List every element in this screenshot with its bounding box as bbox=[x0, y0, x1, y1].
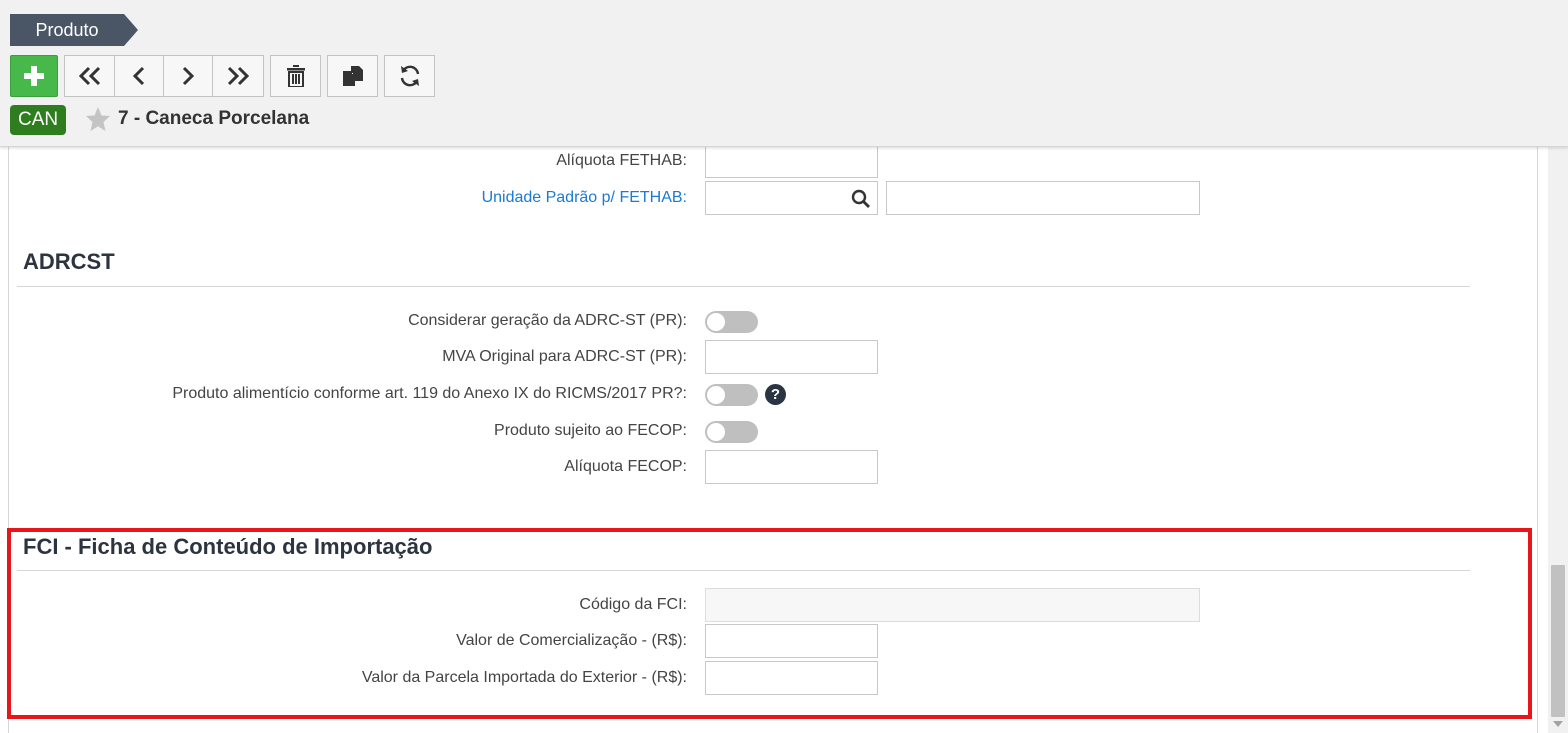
codigo-fci-label: Código da FCI: bbox=[579, 596, 687, 613]
help-icon[interactable]: ? bbox=[765, 384, 786, 405]
valor-parcela-importada-input[interactable] bbox=[705, 661, 878, 695]
first-record-button[interactable] bbox=[64, 55, 115, 97]
copy-icon bbox=[342, 66, 363, 86]
vertical-scrollbar[interactable] bbox=[1548, 147, 1568, 733]
record-tag-badge: CAN bbox=[10, 105, 67, 135]
last-record-button[interactable] bbox=[212, 55, 264, 97]
chevron-right-icon bbox=[182, 66, 195, 86]
aliquota-fethab-input[interactable] bbox=[705, 147, 878, 178]
toggle-knob bbox=[707, 423, 725, 441]
codigo-fci-row: Código da FCI: bbox=[9, 588, 1537, 622]
record-title: 7 - Caneca Porcelana bbox=[118, 108, 310, 129]
refresh-icon bbox=[400, 65, 419, 87]
fci-divider bbox=[17, 570, 1470, 571]
record-header: Produto CAN 7 - Caneca Porcelana bbox=[0, 0, 1568, 147]
sujeito-fecop-toggle[interactable] bbox=[705, 421, 758, 443]
chevron-left-icon bbox=[132, 66, 145, 86]
copy-button[interactable] bbox=[327, 55, 378, 97]
adrcst-section-title: ADRCST bbox=[23, 249, 115, 274]
aliquota-fethab-row: Alíquota FETHAB: bbox=[9, 147, 1537, 178]
valor-comercializacao-row: Valor de Comercialização - (R$): bbox=[9, 624, 1537, 658]
considerar-adrcst-toggle[interactable] bbox=[705, 311, 758, 333]
scrollbar-thumb[interactable] bbox=[1551, 565, 1565, 717]
adrcst-divider bbox=[17, 286, 1470, 287]
valor-comercializacao-label: Valor de Comercialização - (R$): bbox=[456, 632, 687, 649]
valor-comercializacao-input[interactable] bbox=[705, 624, 878, 658]
fci-section-title: FCI - Ficha de Conteúdo de Importação bbox=[23, 534, 433, 559]
form-content: Alíquota FETHAB: Unidade Padrão p/ FETHA… bbox=[8, 147, 1538, 733]
unidade-fethab-description bbox=[886, 181, 1200, 215]
aliquota-fethab-label: Alíquota FETHAB: bbox=[556, 152, 687, 169]
trash-icon bbox=[286, 65, 305, 87]
aliquota-fecop-label: Alíquota FECOP: bbox=[564, 458, 687, 475]
considerar-adrcst-label: Considerar geração da ADRC-ST (PR): bbox=[408, 312, 687, 329]
produto-alimenticio-toggle[interactable] bbox=[705, 384, 758, 406]
valor-parcela-importada-label: Valor da Parcela Importada do Exterior -… bbox=[361, 669, 687, 686]
plus-icon bbox=[24, 66, 44, 86]
aliquota-fecop-input[interactable] bbox=[705, 450, 878, 484]
produto-alimenticio-label: Produto alimentício conforme art. 119 do… bbox=[172, 385, 687, 402]
add-button[interactable] bbox=[10, 55, 58, 97]
toggle-knob bbox=[707, 313, 725, 331]
favorite-star-icon[interactable] bbox=[85, 106, 111, 132]
produto-alimenticio-row: Produto alimentício conforme art. 119 do… bbox=[9, 377, 1537, 411]
unidade-fethab-row: Unidade Padrão p/ FETHAB: bbox=[9, 181, 1537, 215]
search-icon[interactable] bbox=[851, 189, 871, 209]
double-chevron-left-icon bbox=[78, 66, 100, 86]
unidade-fethab-link[interactable]: Unidade Padrão p/ FETHAB: bbox=[482, 181, 687, 215]
double-chevron-right-icon bbox=[227, 66, 250, 86]
valor-parcela-importada-row: Valor da Parcela Importada do Exterior -… bbox=[9, 661, 1537, 695]
aliquota-fecop-row: Alíquota FECOP: bbox=[9, 450, 1537, 484]
toggle-knob bbox=[707, 386, 725, 404]
scroll-down-arrow-icon[interactable] bbox=[1553, 721, 1563, 727]
previous-record-button[interactable] bbox=[114, 55, 164, 97]
refresh-button[interactable] bbox=[384, 55, 435, 97]
next-record-button[interactable] bbox=[163, 55, 213, 97]
codigo-fci-input bbox=[705, 588, 1200, 622]
mva-original-label: MVA Original para ADRC-ST (PR): bbox=[442, 348, 687, 365]
mva-original-row: MVA Original para ADRC-ST (PR): bbox=[9, 340, 1537, 374]
sujeito-fecop-row: Produto sujeito ao FECOP: bbox=[9, 414, 1537, 448]
breadcrumb-label: Produto bbox=[35, 20, 99, 40]
unidade-fethab-lookup[interactable] bbox=[705, 181, 878, 215]
sujeito-fecop-label: Produto sujeito ao FECOP: bbox=[494, 422, 687, 439]
considerar-adrcst-row: Considerar geração da ADRC-ST (PR): bbox=[9, 304, 1537, 338]
breadcrumb[interactable]: Produto bbox=[10, 14, 138, 46]
mva-original-input[interactable] bbox=[705, 340, 878, 374]
delete-button[interactable] bbox=[270, 55, 321, 97]
